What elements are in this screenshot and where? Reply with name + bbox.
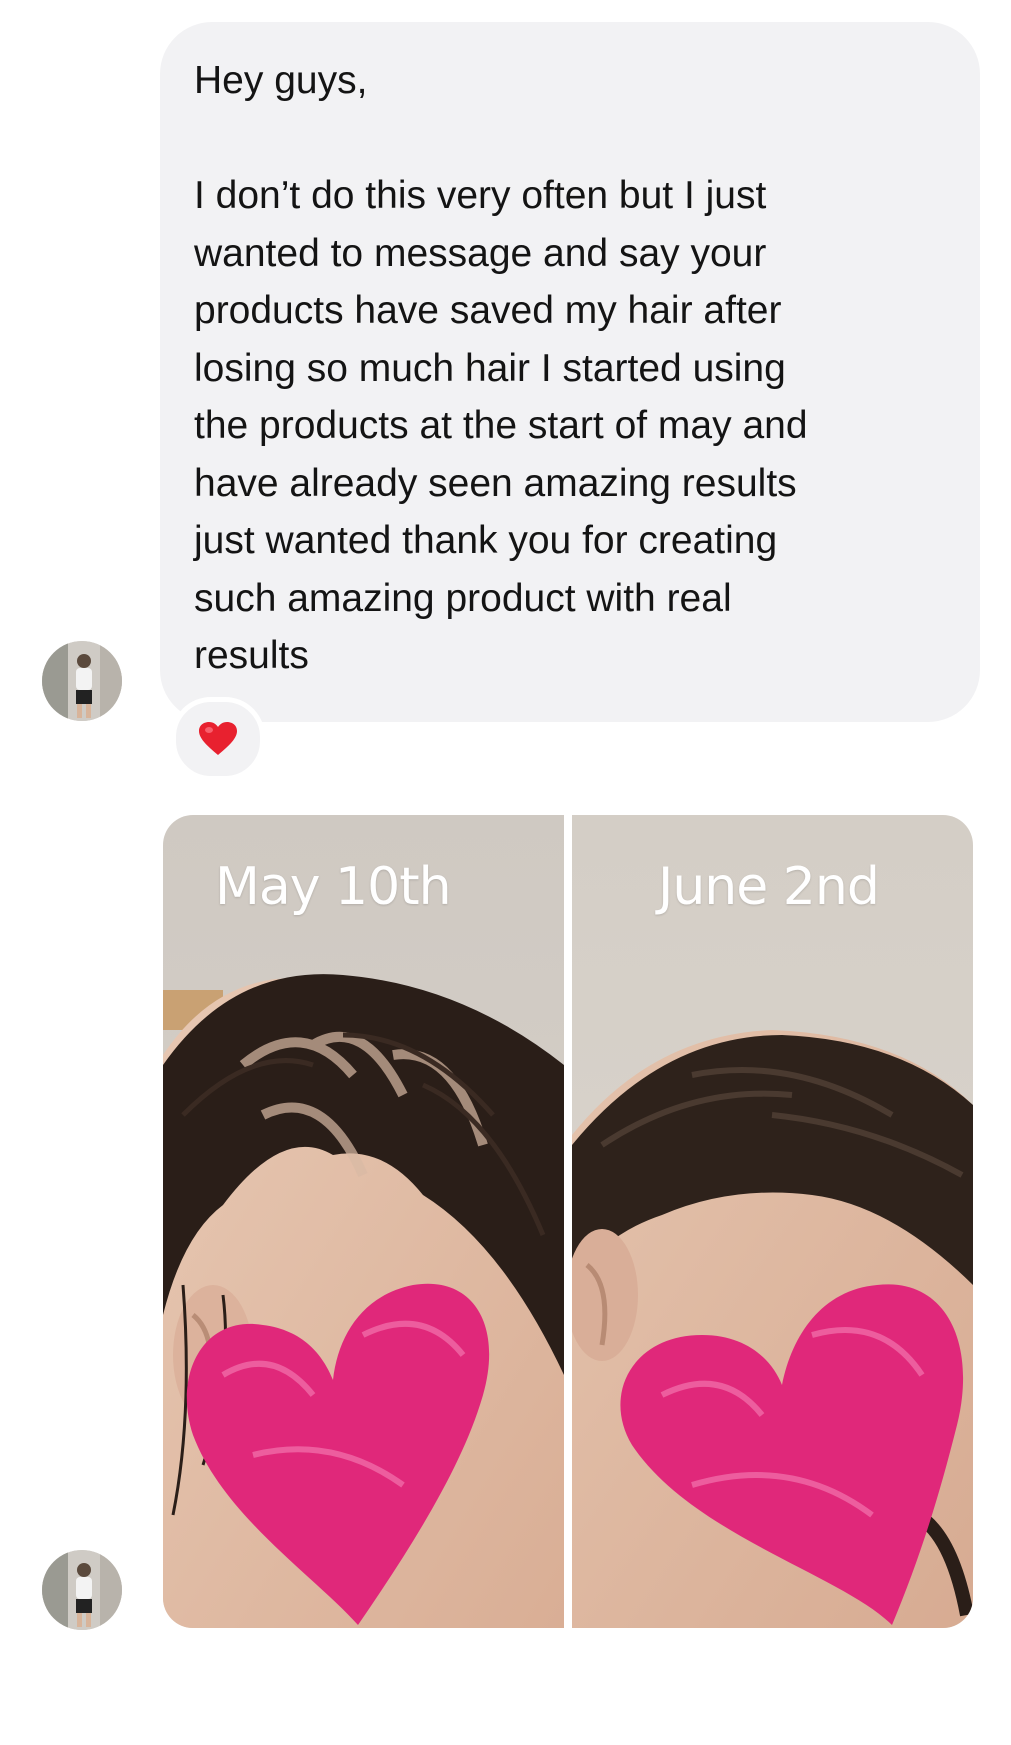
after-photo[interactable]: June 2nd: [572, 815, 973, 1628]
message-greeting: Hey guys,: [194, 59, 368, 102]
photo-divider: [564, 815, 572, 1628]
before-date-label: May 10th: [215, 857, 452, 917]
before-hair-image: [163, 815, 564, 1628]
before-photo[interactable]: May 10th: [163, 815, 564, 1628]
avatar-photo: [42, 641, 122, 721]
sender-avatar-photo-message[interactable]: [42, 1550, 122, 1630]
message-bubble[interactable]: Hey guys, I don’t do this very often but…: [160, 22, 980, 722]
message-body: I don’t do this very often but I just wa…: [194, 174, 808, 677]
sender-avatar[interactable]: [42, 641, 122, 721]
after-hair-image: [572, 815, 973, 1628]
avatar-photo: [42, 1550, 122, 1630]
heart-reaction[interactable]: [171, 697, 265, 781]
after-date-label: June 2nd: [658, 857, 880, 917]
heart-icon: [199, 722, 237, 755]
